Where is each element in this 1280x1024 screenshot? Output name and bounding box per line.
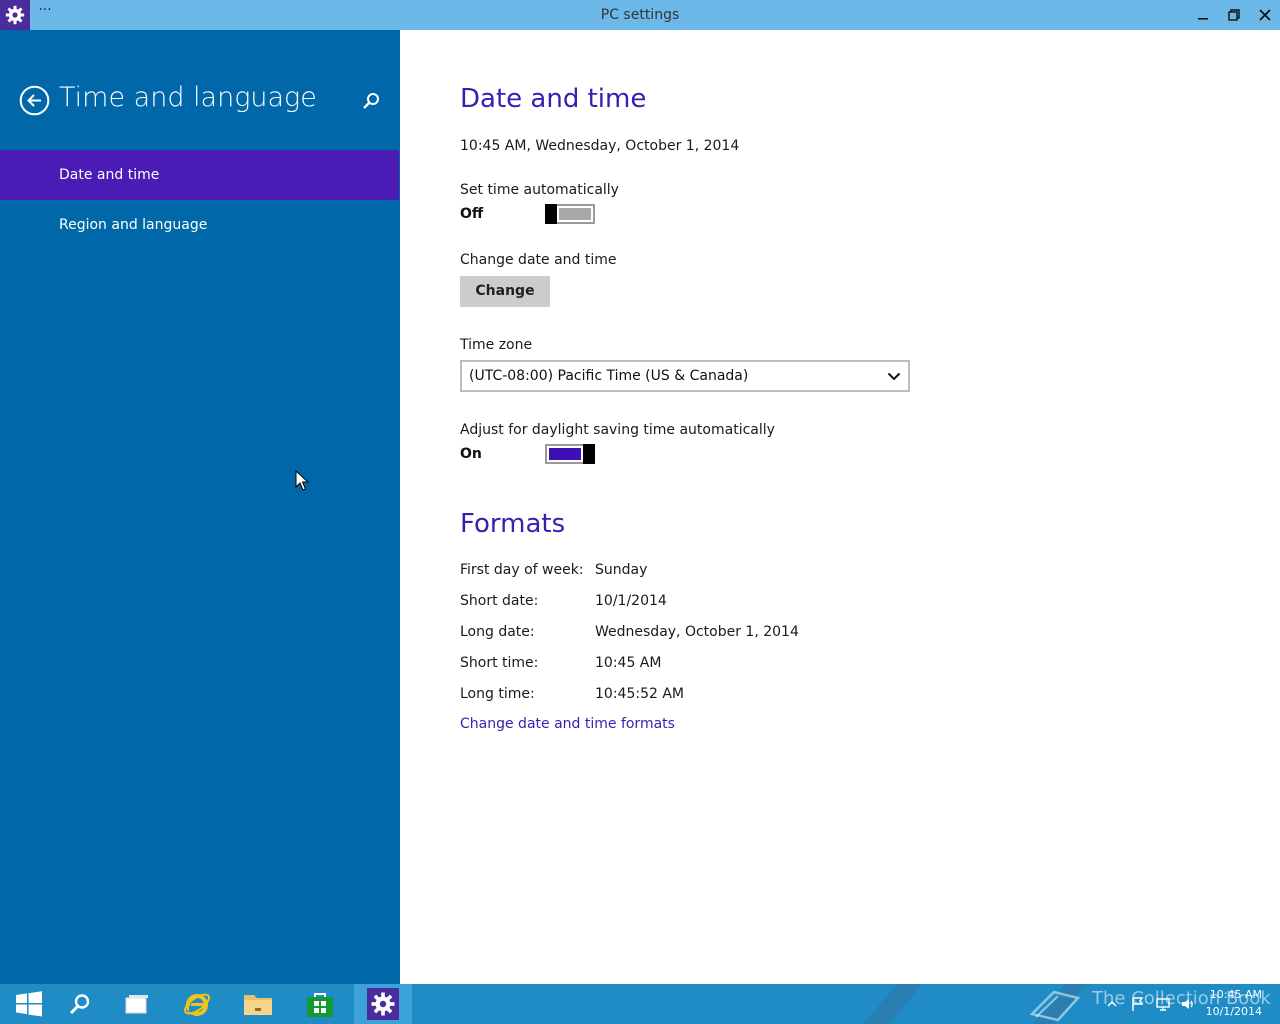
sidebar-item-date-and-time[interactable]: Date and time <box>0 150 399 200</box>
format-label: Short date: <box>460 593 539 609</box>
taskbar-decoration <box>863 984 923 1024</box>
format-value: 10:45 AM <box>595 655 662 671</box>
file-explorer-icon <box>244 995 272 1015</box>
current-datetime: 10:45 AM, Wednesday, October 1, 2014 <box>460 138 740 154</box>
internet-explorer-button[interactable] <box>168 984 226 1024</box>
format-label: Long date: <box>460 624 535 640</box>
gear-icon <box>5 5 25 25</box>
close-icon <box>1259 9 1271 21</box>
mouse-cursor-icon <box>295 470 309 491</box>
dst-toggle[interactable] <box>545 444 595 464</box>
sidebar-title: Time and language <box>59 82 317 113</box>
time-zone-select[interactable]: (UTC-08:00) Pacific Time (US & Canada) <box>460 360 910 392</box>
toggle-track <box>549 448 581 460</box>
title-bar: ··· PC settings <box>0 0 1280 30</box>
search-button[interactable] <box>361 91 381 111</box>
start-icon <box>16 991 42 1017</box>
chevron-down-icon <box>887 372 901 381</box>
book-logo-icon <box>1029 990 1081 1022</box>
time-zone-value: (UTC-08:00) Pacific Time (US & Canada) <box>469 368 749 384</box>
store-button[interactable] <box>291 984 349 1024</box>
task-view-button[interactable] <box>108 984 166 1024</box>
dst-label: Adjust for daylight saving time automati… <box>460 422 775 438</box>
settings-taskbar-button[interactable] <box>354 984 412 1024</box>
volume-icon[interactable] <box>1180 996 1196 1012</box>
internet-explorer-icon <box>184 993 210 1016</box>
chevron-up-icon[interactable] <box>1104 996 1120 1012</box>
toggle-track <box>559 208 591 220</box>
restore-icon <box>1228 9 1240 21</box>
time-zone-label: Time zone <box>460 337 533 353</box>
back-button[interactable] <box>19 85 50 116</box>
format-value: Sunday <box>595 562 648 578</box>
clock-time[interactable]: 10:45 AM <box>1210 988 1262 1001</box>
minimize-icon <box>1198 18 1208 20</box>
change-button[interactable]: Change <box>460 276 550 307</box>
window-title: PC settings <box>600 7 680 23</box>
sidebar-item-region-and-language[interactable]: Region and language <box>0 200 399 250</box>
network-icon[interactable] <box>1155 996 1171 1012</box>
format-value: 10:45:52 AM <box>595 686 684 702</box>
minimize-button[interactable] <box>1188 0 1218 30</box>
back-arrow-icon <box>19 85 50 116</box>
set-time-auto-state: Off <box>460 206 484 222</box>
store-icon <box>307 993 333 1017</box>
search-icon <box>363 93 379 109</box>
close-button[interactable] <box>1250 0 1280 30</box>
set-time-auto-label: Set time automatically <box>460 182 619 198</box>
restore-button[interactable] <box>1219 0 1249 30</box>
settings-app-icon[interactable] <box>0 0 30 30</box>
format-value: Wednesday, October 1, 2014 <box>595 624 799 640</box>
app-commands-button[interactable]: ··· <box>34 3 56 24</box>
change-formats-link[interactable]: Change date and time formats <box>460 716 675 732</box>
toggle-thumb <box>545 204 557 224</box>
search-icon <box>69 994 90 1015</box>
sidebar: Time and language Date and time Region a… <box>0 30 400 984</box>
file-explorer-button[interactable] <box>229 984 287 1024</box>
start-button[interactable] <box>0 984 58 1024</box>
main-content: Date and time 10:45 AM, Wednesday, Octob… <box>400 30 1280 984</box>
set-time-auto-toggle[interactable] <box>545 204 595 224</box>
format-value: 10/1/2014 <box>595 593 667 609</box>
gear-icon <box>367 988 399 1020</box>
taskbar: The Collection Book 10:45 AM 10/1/2014 <box>0 984 1280 1024</box>
flag-icon[interactable] <box>1130 996 1146 1012</box>
toggle-thumb <box>583 444 595 464</box>
clock-date[interactable]: 10/1/2014 <box>1206 1005 1262 1018</box>
dst-state: On <box>460 446 482 462</box>
format-label: First day of week: <box>460 562 584 578</box>
formats-heading: Formats <box>460 509 566 539</box>
task-view-icon <box>125 995 148 1014</box>
format-label: Short time: <box>460 655 539 671</box>
format-label: Long time: <box>460 686 535 702</box>
page-heading: Date and time <box>460 84 647 114</box>
taskbar-search-button[interactable] <box>51 984 109 1024</box>
change-datetime-label: Change date and time <box>460 252 617 268</box>
